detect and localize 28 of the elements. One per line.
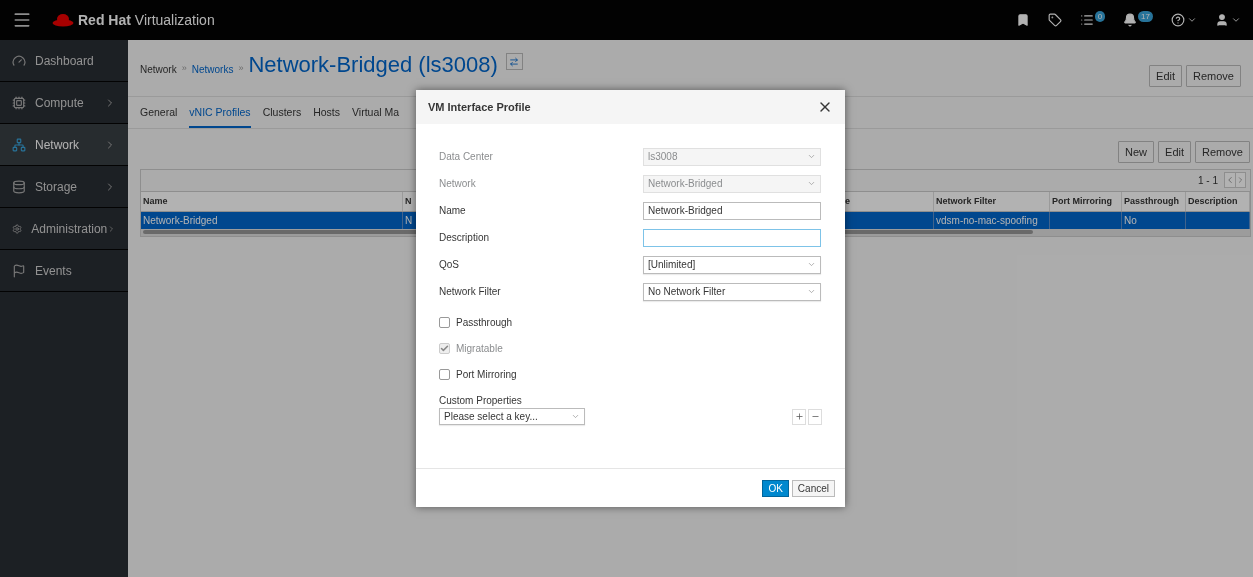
field-label: Network [439,177,477,191]
table-cell-text: Network-Bridged [143,213,218,228]
checkbox-label: Passthrough [456,315,513,330]
breadcrumb-separator: » [181,62,187,75]
breadcrumb-item: Network [140,63,177,77]
table-cell-text: vdsm-no-mac-spoofing [936,213,1038,228]
checkbox-label: Port Mirroring [456,367,517,382]
table-cell-text: No [1124,213,1137,228]
dropdown-value: Network-Bridged [648,177,723,191]
table-cell-text: N [405,213,413,228]
pagination-text: 1 - 1 [1198,173,1218,188]
dropdown-placeholder: Please select a key... [444,410,538,424]
checkbox-label: Migratable [456,341,503,356]
brand-name: Red Hat Virtualization [78,10,215,30]
field-label: Network Filter [439,285,502,299]
page-title: Network-Bridged (ls3008) [248,51,498,79]
count-badge: 17 [1138,10,1153,22]
dropdown-value: [Unlimited] [648,258,696,272]
field-label: QoS [439,258,460,272]
dropdown-value: No Network Filter [648,285,726,299]
field-label: Description [439,231,491,245]
breadcrumb-separator: » [238,62,244,75]
dropdown-value: ls3008 [648,150,678,164]
count-badge: 0 [1094,10,1106,22]
modal-title: VM Interface Profile [428,99,531,115]
field-label: Data Center [439,150,494,164]
field-label: Name [439,204,467,218]
section-label: Custom Properties [439,394,523,408]
